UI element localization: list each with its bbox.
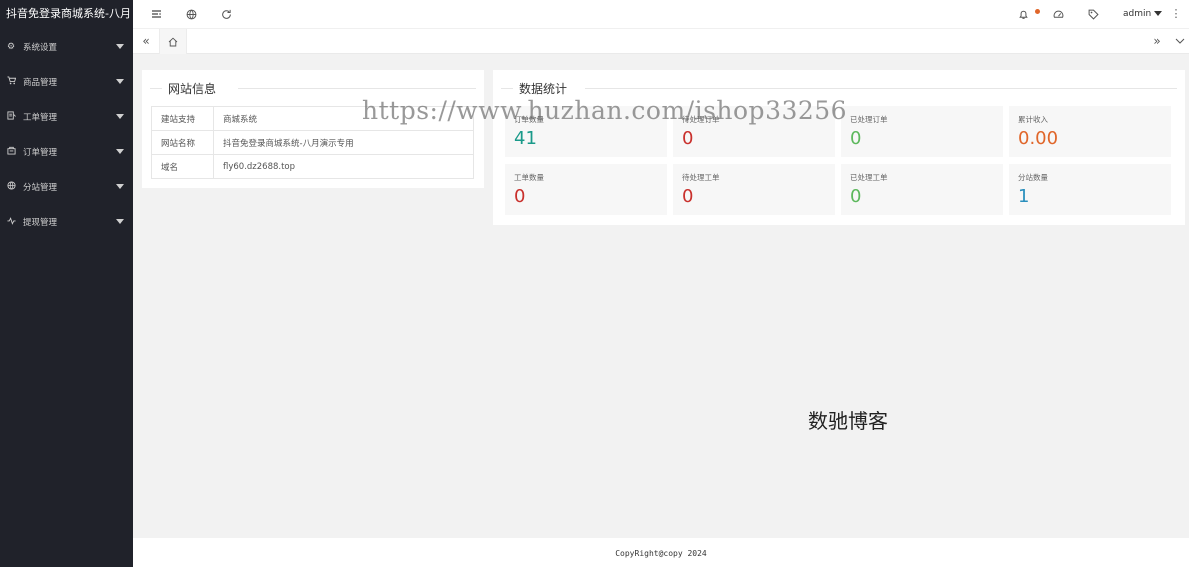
caret-down-icon: [116, 149, 124, 154]
stat-tile: 已处理订单 0: [841, 106, 1003, 157]
info-key: 域名: [151, 154, 214, 179]
tabs-dropdown-icon[interactable]: [1169, 29, 1189, 54]
order-icon: [7, 146, 19, 158]
stat-tile: 待处理工单 0: [673, 164, 835, 215]
sidebar-item-tickets[interactable]: 工单管理: [0, 99, 133, 134]
stat-value: 1: [1018, 186, 1030, 207]
refresh-icon[interactable]: [216, 0, 236, 28]
caret-down-icon: [116, 79, 124, 84]
pulse-icon: [7, 216, 19, 228]
data-statistics-card: 数据统计 订单数量 41 待处理订单 0 已处理订单 0 累计收入 0.00 工单数量 0 待处理工…: [493, 70, 1185, 225]
sidebar-item-withdrawals[interactable]: 提现管理: [0, 204, 133, 239]
sidebar: 抖音免登录商城系统-八月 ⚙ 系统设置 商品管理 工单管理 订单管理 分站管理: [0, 0, 133, 567]
table-row: 域名 fly60.dz2688.top: [151, 154, 474, 179]
caret-down-icon: [116, 44, 124, 49]
sidebar-item-system-settings[interactable]: ⚙ 系统设置: [0, 29, 133, 64]
footer-copyright: CopyRight@copy 2024: [133, 538, 1189, 567]
gear-icon: ⚙: [7, 41, 16, 52]
table-row: 网站名称 抖音免登录商城系统-八月演示专用: [151, 130, 474, 155]
app-title: 抖音免登录商城系统-八月: [6, 7, 131, 20]
sidebar-item-substations[interactable]: 分站管理: [0, 169, 133, 204]
website-info-card: 网站信息 建站支持 商城系统 网站名称 抖音免登录商城系统-八月演示专用 域名 …: [142, 70, 484, 188]
stat-tile: 已处理工单 0: [841, 164, 1003, 215]
scroll-left-icon[interactable]: «: [135, 29, 157, 54]
caret-down-icon: [116, 114, 124, 119]
notification-dot: [1035, 9, 1040, 14]
info-key: 网站名称: [151, 130, 214, 155]
ticket-icon: [7, 110, 19, 123]
stat-label: 待处理工单: [682, 173, 720, 182]
stat-value: 41: [514, 128, 537, 149]
scroll-right-icon[interactable]: »: [1146, 29, 1168, 54]
stat-value: 0: [682, 186, 694, 207]
stat-value: 0: [514, 186, 526, 207]
globe-icon: [7, 180, 19, 193]
tabs-bar: « »: [133, 28, 1189, 54]
stat-tile: 工单数量 0: [505, 164, 667, 215]
stat-value: 0.00: [1018, 128, 1059, 149]
caret-down-icon: [116, 184, 124, 189]
website-info-title: 网站信息: [168, 82, 217, 96]
sidebar-item-label: 分站管理: [23, 182, 58, 193]
stat-label: 累计收入: [1018, 115, 1048, 124]
stat-value: 0: [850, 186, 862, 207]
info-key: 建站支持: [151, 106, 214, 131]
statistics-title: 数据统计: [519, 82, 568, 96]
stat-value: 0: [850, 128, 862, 149]
info-value: fly60.dz2688.top: [213, 154, 474, 179]
home-icon: [168, 37, 178, 47]
info-value: 抖音免登录商城系统-八月演示专用: [213, 130, 474, 155]
sidebar-item-products[interactable]: 商品管理: [0, 64, 133, 99]
stat-label: 已处理工单: [850, 173, 888, 182]
stat-value: 0: [682, 128, 694, 149]
stat-label: 分站数量: [1018, 173, 1048, 182]
caret-down-icon: [1154, 11, 1163, 16]
sidebar-item-label: 商品管理: [23, 77, 58, 88]
top-header: admin ⋮: [133, 0, 1189, 28]
stat-label: 工单数量: [514, 173, 544, 182]
watermark-text: https://www.huzhan.com/ishop33256: [362, 96, 848, 125]
stat-tile: 分站数量 1: [1009, 164, 1171, 215]
sidebar-item-label: 订单管理: [23, 147, 58, 158]
globe-icon[interactable]: [181, 0, 201, 28]
sidebar-item-orders[interactable]: 订单管理: [0, 134, 133, 169]
more-vertical-icon[interactable]: ⋮: [1166, 0, 1186, 28]
menu-toggle-icon[interactable]: [146, 0, 166, 28]
user-menu[interactable]: admin: [1123, 0, 1163, 28]
tag-icon[interactable]: [1083, 0, 1103, 28]
caret-down-icon: [116, 219, 124, 224]
sidebar-item-label: 系统设置: [23, 42, 58, 53]
cart-icon: [7, 75, 19, 88]
center-text: 数驰博客: [808, 409, 888, 433]
bell-icon[interactable]: [1013, 0, 1033, 28]
stat-label: 已处理订单: [850, 115, 888, 124]
tab-home[interactable]: [159, 29, 187, 54]
dashboard-gauge-icon[interactable]: [1048, 0, 1068, 28]
sidebar-item-label: 提现管理: [23, 217, 58, 228]
stat-tile: 累计收入 0.00: [1009, 106, 1171, 157]
username: admin: [1123, 9, 1152, 19]
sidebar-item-label: 工单管理: [23, 112, 58, 123]
